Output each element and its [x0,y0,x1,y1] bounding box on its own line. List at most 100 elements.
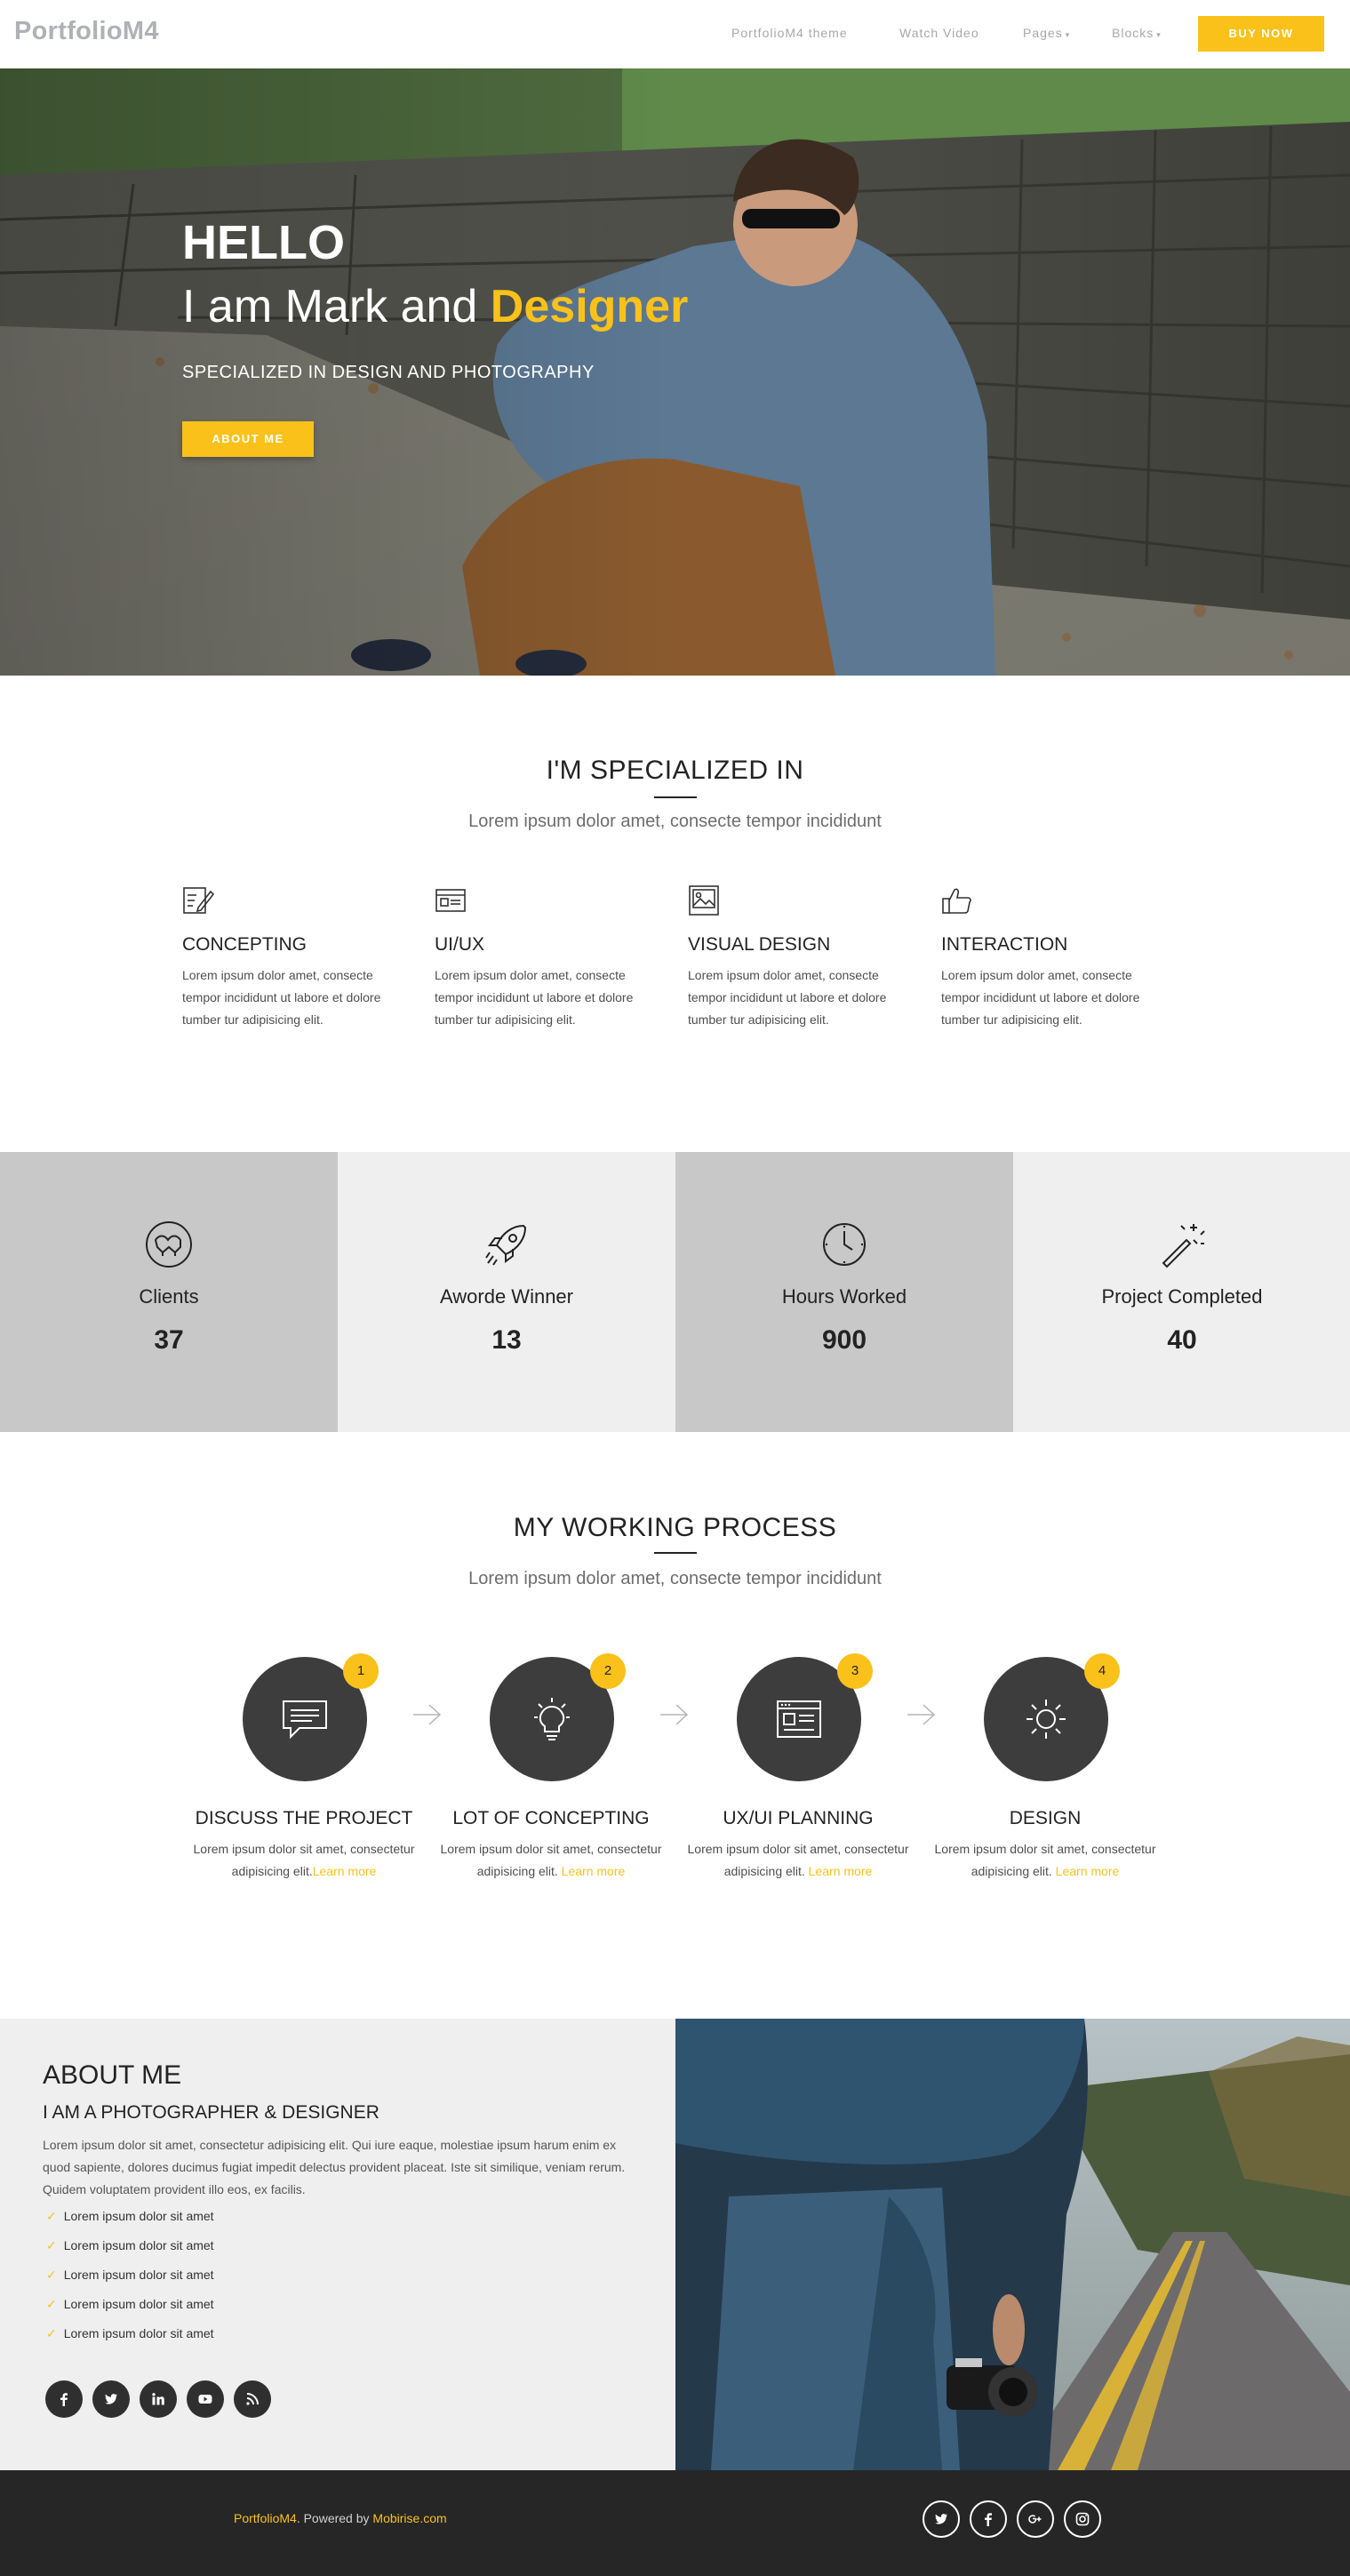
footer-brand-link[interactable]: PortfolioM4 [234,2511,297,2525]
step-title: UX/UI PLANNING [723,1808,874,1828]
hero-tagline-accent: Designer [490,281,689,332]
chevron-down-icon: ▾ [1065,30,1071,39]
facebook-icon [985,2513,992,2526]
brand-logo[interactable]: PortfolioM4 [14,17,159,46]
check-item-label: Lorem ipsum dolor sit amet [63,2209,214,2223]
footer-powered: . Powered by [296,2511,373,2525]
instagram-icon [1075,2512,1090,2526]
chat-bubble-icon [283,1700,327,1740]
arrow-right-icon [907,1704,936,1725]
check-item: ✓ Lorem ipsum dolor sit amet [46,2297,214,2326]
specialized-subtitle: Lorem ipsum dolor amet, consecte tempor … [468,812,882,831]
spec-title: VISUAL DESIGN [688,934,831,955]
step-number-badge: 2 [590,1653,626,1689]
step-title: DISCUSS THE PROJECT [195,1808,413,1828]
spec-item-uiux: UI/UX Lorem ipsum dolor amet, consecte t… [435,884,648,1031]
counter-label: Project Completed [1101,1285,1263,1308]
counter-label: Clients [139,1285,199,1308]
step-number-badge: 4 [1084,1653,1120,1689]
hero-tagline: I am Mark and Designer [182,280,688,333]
nav-link-theme[interactable]: PortfolioM4 theme [731,26,848,40]
check-icon: ✓ [46,2268,57,2282]
footer-instagram-button[interactable] [1064,2500,1101,2538]
footer-google-plus-button[interactable] [1017,2500,1054,2538]
step-text-line2: adipisicing elit. [971,1864,1056,1878]
counter-label: Hours Worked [781,1285,907,1308]
image-icon [689,885,719,916]
specialized-title: I'M SPECIALIZED IN [546,756,804,785]
learn-more-link[interactable]: Learn more [1056,1864,1120,1878]
footer [0,2470,1350,2576]
check-item-label: Lorem ipsum dolor sit amet [63,2297,214,2311]
step-title: LOT OF CONCEPTING [452,1808,650,1828]
hero-section: HELLO I am Mark and Designer SPECIALIZED… [0,68,1350,676]
check-item: ✓ Lorem ipsum dolor sit amet [46,2326,214,2356]
learn-more-link[interactable]: Learn more [562,1864,626,1878]
step-number-badge: 1 [343,1653,379,1689]
browser-window-icon [777,1700,821,1738]
counter-hours: Hours Worked 900 [675,1152,1013,1432]
step-text: Lorem ipsum dolor sit amet, consectetur a… [193,1838,415,1883]
social-youtube-button[interactable] [187,2380,224,2418]
lightbulb-icon [534,1698,570,1740]
specialized-divider [654,796,697,798]
step-text-line2: adipisicing elit. [723,1864,809,1878]
step-text-line1: Lorem ipsum dolor sit amet, consectetur [687,1842,909,1856]
footer-twitter-button[interactable] [923,2500,960,2538]
process-divider [654,1552,697,1554]
check-item-label: Lorem ipsum dolor sit amet [63,2326,214,2340]
counter-label: Aworde Winner [440,1285,573,1308]
footer-mobirise-link[interactable]: Mobirise.com [372,2511,446,2525]
navbar: PortfolioM4 PortfolioM4 theme Watch Vide… [0,0,1350,68]
counter-projects: Project Completed 40 [1013,1152,1350,1432]
facebook-icon [60,2393,68,2406]
counter-value: 900 [821,1325,867,1355]
check-item: ✓ Lorem ipsum dolor sit amet [46,2238,214,2268]
learn-more-link[interactable]: Learn more [809,1864,873,1878]
arrow-right-icon [660,1704,689,1725]
learn-more-link[interactable]: Learn more [313,1864,377,1878]
browser-window-icon [435,889,466,912]
photographer-image [675,2019,1350,2470]
about-me-button[interactable]: ABOUT ME [182,421,314,457]
counter-clients: Clients 37 [0,1152,338,1432]
about-photo [675,2019,1350,2470]
sun-icon [1026,1700,1066,1739]
buy-now-button[interactable]: BUY NOW [1198,16,1324,52]
spec-title: INTERACTION [941,934,1068,955]
nav-link-blocks[interactable]: Blocks ▾ [1112,26,1162,40]
handshake-icon [146,1221,192,1268]
social-linkedin-button[interactable] [140,2380,177,2418]
process-title: MY WORKING PROCESS [513,1513,837,1542]
hero-subtitle: SPECIALIZED IN DESIGN AND PHOTOGRAPHY [182,363,595,382]
about-subtitle: I AM A PHOTOGRAPHER & DESIGNER [43,2102,379,2123]
about-text: Lorem ipsum dolor sit amet, consectetur … [43,2138,626,2196]
social-facebook-button[interactable] [45,2380,83,2418]
twitter-icon [935,2514,947,2524]
rss-icon [246,2393,259,2405]
check-item-label: Lorem ipsum dolor sit amet [63,2238,214,2252]
counter-awards: Aworde Winner 13 [338,1152,675,1432]
footer-facebook-button[interactable] [970,2500,1007,2538]
counter-value: 37 [154,1325,184,1355]
check-icon: ✓ [46,2297,57,2311]
about-title: ABOUT ME [43,2060,182,2090]
nav-link-pages[interactable]: Pages ▾ [1023,26,1070,40]
footer-copyright: PortfolioM4. Powered by Mobirise.com [234,2511,447,2525]
spec-text: Lorem ipsum dolor amet, consecte tempor … [688,968,887,1027]
rocket-icon [485,1224,527,1266]
nav-blocks-label: Blocks [1112,26,1154,40]
about-check-list: ✓ Lorem ipsum dolor sit amet ✓ Lorem ipsum… [46,2209,214,2356]
check-icon: ✓ [46,2238,57,2252]
spec-item-interaction: INTERACTION Lorem ipsum dolor amet, cons… [941,884,1154,1031]
step-text-line1: Lorem ipsum dolor sit amet, consectetur [934,1842,1156,1856]
social-twitter-button[interactable] [92,2380,130,2418]
nav-link-watch-video[interactable]: Watch Video [899,26,979,40]
check-item: ✓ Lorem ipsum dolor sit amet [46,2209,214,2238]
spec-item-concepting: CONCEPTING Lorem ipsum dolor amet, conse… [182,884,395,1031]
social-rss-button[interactable] [234,2380,271,2418]
spec-text: Lorem ipsum dolor amet, consecte tempor … [941,968,1140,1027]
nav-pages-label: Pages [1023,26,1063,40]
check-item-label: Lorem ipsum dolor sit amet [63,2268,214,2282]
step-text-line2: adipisicing elit. [476,1864,562,1878]
